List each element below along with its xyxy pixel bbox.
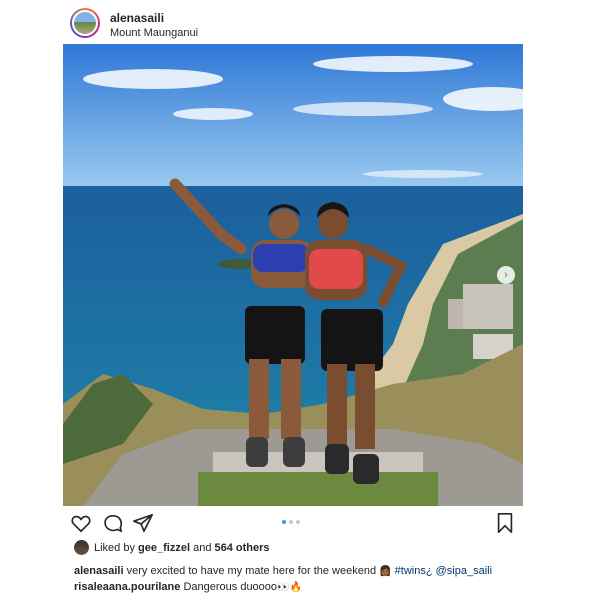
comment-username[interactable]: alenasaili	[74, 565, 124, 577]
carousel-dot	[296, 520, 300, 524]
liker-avatar[interactable]	[74, 540, 89, 555]
comment: risaleaana.pourilane Dangerous duoooo👀🔥	[74, 581, 302, 593]
photo-illustration	[63, 44, 523, 506]
caption: alenasaili very excited to have my mate …	[74, 565, 492, 577]
bookmark-icon[interactable]	[494, 512, 516, 534]
share-icon[interactable]	[132, 512, 154, 534]
carousel-dot	[289, 520, 293, 524]
post-location[interactable]: Mount Maunganui	[110, 27, 198, 39]
heart-icon[interactable]	[70, 512, 92, 534]
carousel-indicator	[282, 520, 300, 524]
post-username[interactable]: alenasaili	[110, 11, 164, 25]
user-avatar[interactable]	[70, 8, 100, 38]
comment-username[interactable]: risaleaana.pourilane	[74, 581, 180, 593]
instagram-post: alenasaili Mount Maunganui › Liked by ge…	[0, 0, 600, 600]
comment-text: Dangerous duoooo	[183, 581, 278, 593]
likes-and: and	[193, 542, 212, 554]
comment-icon[interactable]	[102, 512, 124, 534]
post-header: alenasaili Mount Maunganui	[70, 6, 530, 40]
post-photo[interactable]: ›	[63, 44, 523, 506]
post-actions	[70, 512, 520, 536]
comment-emoji: 👩🏾	[379, 566, 392, 577]
likes-count[interactable]: 564 others	[215, 542, 270, 554]
comment-tags[interactable]: #twins¿ @sipa_saili	[395, 565, 492, 577]
likes-prefix: Liked by	[94, 542, 135, 554]
comment-text: very excited to have my mate here for th…	[126, 565, 377, 577]
liker-username[interactable]: gee_fizzel	[138, 542, 190, 554]
comment-emoji: 👀🔥	[277, 582, 302, 593]
chevron-right-icon[interactable]: ›	[497, 266, 515, 284]
likes-text: Liked by gee_fizzel and 564 others	[94, 542, 270, 554]
carousel-dot	[282, 520, 286, 524]
